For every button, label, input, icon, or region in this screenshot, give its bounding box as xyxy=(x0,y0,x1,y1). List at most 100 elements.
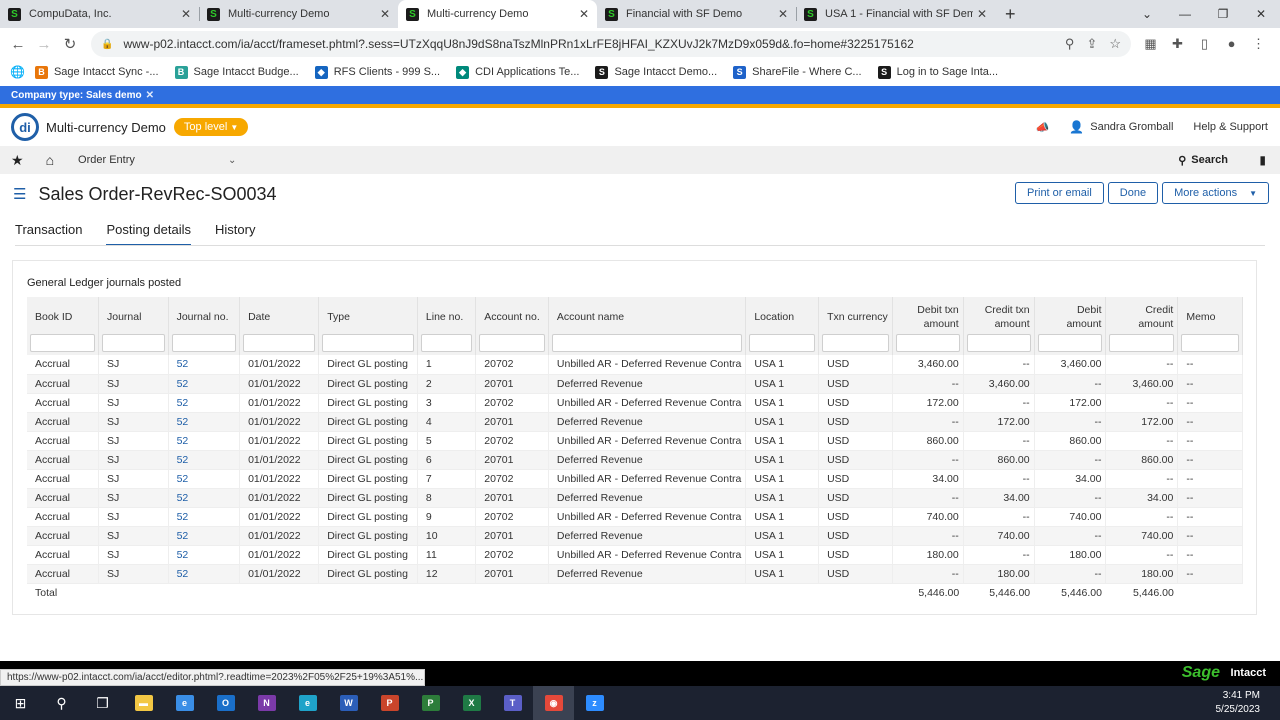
column-filter-input[interactable] xyxy=(966,333,1031,352)
column-filter-input[interactable] xyxy=(822,333,889,352)
journal-number-link[interactable]: 52 xyxy=(168,412,241,432)
browser-tab[interactable]: S CompuData, Inc. ✕ xyxy=(0,0,199,28)
taskbar-item[interactable]: ◉ xyxy=(533,686,574,720)
journal-number-link[interactable]: 52 xyxy=(168,469,241,489)
close-window-button[interactable]: ✕ xyxy=(1242,0,1280,28)
taskbar-item[interactable]: ❐ xyxy=(82,686,123,720)
column-filter-input[interactable] xyxy=(420,333,473,352)
browser-tab[interactable]: S Multi-currency Demo ✕ xyxy=(199,0,398,28)
lock-icon[interactable]: 🔒 xyxy=(101,39,113,50)
column-filter-input[interactable] xyxy=(749,333,816,352)
bookmark-star-icon[interactable]: ☆ xyxy=(1109,36,1121,52)
tab-search-icon[interactable]: ⌄ xyxy=(1128,0,1166,28)
taskbar-item[interactable]: W xyxy=(328,686,369,720)
column-header[interactable]: Txn currency xyxy=(818,297,893,333)
bookmark-item[interactable]: S ShareFile - Where C... xyxy=(733,65,862,79)
help-support-link[interactable]: Help & Support xyxy=(1193,121,1268,133)
new-tab-button[interactable]: + xyxy=(995,0,1026,28)
announcement-icon[interactable]: 📣 xyxy=(1036,121,1050,134)
home-icon[interactable]: ⌂ xyxy=(46,152,54,168)
journal-number-link[interactable]: 52 xyxy=(168,374,241,394)
column-header[interactable]: Credit amount xyxy=(1105,297,1179,333)
level-selector[interactable]: Top level ▼ xyxy=(173,118,249,136)
module-selector[interactable]: Order Entry xyxy=(78,154,228,166)
column-filter-input[interactable] xyxy=(551,333,743,352)
close-tab-icon[interactable]: ✕ xyxy=(181,7,191,21)
column-filter-input[interactable] xyxy=(101,333,165,352)
taskbar-item[interactable]: ⚲ xyxy=(41,686,82,720)
taskbar-item[interactable]: T xyxy=(492,686,533,720)
print-email-button[interactable]: Print or email xyxy=(1015,182,1104,204)
profile-icon[interactable]: ● xyxy=(1218,36,1245,52)
close-tab-icon[interactable]: ✕ xyxy=(579,7,589,21)
column-filter-input[interactable] xyxy=(1109,333,1175,352)
url-text[interactable]: www-p02.intacct.com/ia/acct/frameset.pht… xyxy=(123,37,1052,51)
list-icon[interactable]: ☰ xyxy=(13,185,26,203)
star-icon[interactable]: ★ xyxy=(11,152,24,169)
column-header[interactable]: Location xyxy=(745,297,820,333)
back-icon[interactable]: ← xyxy=(5,36,31,53)
bookmark-item[interactable]: B Sage Intacct Sync -... xyxy=(34,65,159,79)
browser-tab[interactable]: S USA 1 - Financial with SF Demo ✕ xyxy=(796,0,995,28)
chevron-down-icon[interactable]: ⌄ xyxy=(228,155,236,166)
user-menu[interactable]: 👤 Sandra Gromball xyxy=(1069,120,1173,134)
extension-icon[interactable]: ▦ xyxy=(1137,36,1164,52)
close-icon[interactable]: ✕ xyxy=(146,90,154,101)
bookmark-item[interactable]: S Log in to Sage Inta... xyxy=(877,65,998,79)
journal-number-link[interactable]: 52 xyxy=(168,431,241,451)
minimize-button[interactable]: — xyxy=(1166,0,1204,28)
search-button[interactable]: ⚲ Search xyxy=(1178,154,1228,167)
tab-posting-details[interactable]: Posting details xyxy=(106,222,191,246)
taskbar-item[interactable]: N xyxy=(246,686,287,720)
sage-logo[interactable]: di xyxy=(11,113,39,141)
browser-tab[interactable]: S Financial with SF Demo ✕ xyxy=(597,0,796,28)
journal-number-link[interactable]: 52 xyxy=(168,507,241,527)
column-filter-input[interactable] xyxy=(243,333,316,352)
url-input[interactable]: 🔒 www-p02.intacct.com/ia/acct/frameset.p… xyxy=(91,31,1131,57)
tab-history[interactable]: History xyxy=(215,222,255,246)
taskbar-item[interactable]: X xyxy=(451,686,492,720)
column-header[interactable]: Debit amount xyxy=(1034,297,1107,333)
taskbar-item[interactable]: P xyxy=(410,686,451,720)
column-header[interactable]: Credit txn amount xyxy=(963,297,1035,333)
bookmark-icon[interactable]: ▮ xyxy=(1259,153,1266,167)
forward-icon[interactable]: → xyxy=(31,36,57,53)
taskbar-item[interactable]: ▬ xyxy=(123,686,164,720)
taskbar-item[interactable]: ⊞ xyxy=(0,686,41,720)
globe-icon[interactable]: 🌐 xyxy=(10,65,25,79)
column-header[interactable]: Account no. xyxy=(475,297,549,333)
journal-number-link[interactable]: 52 xyxy=(168,393,241,413)
column-header[interactable]: Type xyxy=(318,297,418,333)
tab-transaction[interactable]: Transaction xyxy=(15,222,82,246)
column-filter-input[interactable] xyxy=(30,333,95,352)
bookmark-item[interactable]: B Sage Intacct Budge... xyxy=(174,65,299,79)
close-tab-icon[interactable]: ✕ xyxy=(977,7,987,21)
journal-number-link[interactable]: 52 xyxy=(168,450,241,470)
done-button[interactable]: Done xyxy=(1107,182,1159,204)
maximize-button[interactable]: ❐ xyxy=(1204,0,1242,28)
journal-number-link[interactable]: 52 xyxy=(168,564,241,584)
taskbar-item[interactable]: O xyxy=(205,686,246,720)
journal-number-link[interactable]: 52 xyxy=(168,526,241,546)
taskbar-item[interactable]: e xyxy=(287,686,328,720)
column-header[interactable]: Memo xyxy=(1177,297,1243,333)
column-filter-input[interactable] xyxy=(171,333,237,352)
share-icon[interactable]: ⇪ xyxy=(1086,36,1097,52)
column-header[interactable]: Journal xyxy=(98,297,169,333)
close-tab-icon[interactable]: ✕ xyxy=(778,7,788,21)
column-filter-input[interactable] xyxy=(1181,333,1239,352)
column-filter-input[interactable] xyxy=(479,333,545,352)
column-filter-input[interactable] xyxy=(1037,333,1103,352)
reload-icon[interactable]: ↻ xyxy=(57,35,83,53)
column-header[interactable]: Line no. xyxy=(417,297,477,333)
taskbar-item[interactable]: P xyxy=(369,686,410,720)
close-tab-icon[interactable]: ✕ xyxy=(380,7,390,21)
column-header[interactable]: Book ID xyxy=(27,297,99,333)
column-header[interactable]: Journal no. xyxy=(168,297,241,333)
column-header[interactable]: Debit txn amount xyxy=(892,297,964,333)
sidepanel-icon[interactable]: ▯ xyxy=(1191,36,1218,52)
column-filter-input[interactable] xyxy=(895,333,960,352)
system-clock[interactable]: 3:41 PM 5/25/2023 xyxy=(1216,689,1261,717)
zoom-icon[interactable]: ⚲ xyxy=(1065,36,1075,52)
taskbar-item[interactable]: z xyxy=(574,686,615,720)
